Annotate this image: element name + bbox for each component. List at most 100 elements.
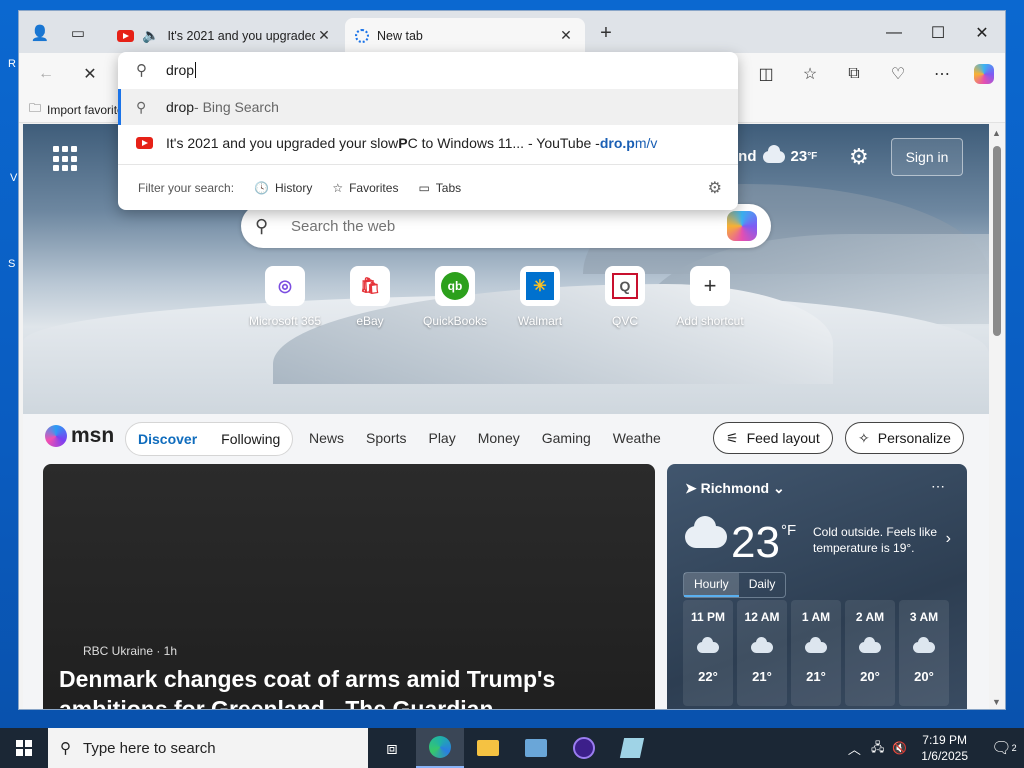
tab-hourly[interactable]: Hourly <box>684 573 739 597</box>
back-icon[interactable]: ← <box>33 61 59 87</box>
sliders-icon: ⚟ <box>726 429 739 446</box>
cloud-icon <box>913 637 935 653</box>
new-tab-icon[interactable]: + <box>593 20 619 46</box>
copilot-icon[interactable] <box>971 61 997 87</box>
shortcut-label: QVC <box>611 314 638 328</box>
shortcut-ebay[interactable]: 🛍 eBay <box>338 266 402 328</box>
tab-discover[interactable]: Discover <box>138 431 197 447</box>
minimize-button[interactable]: — <box>871 19 917 47</box>
workspaces-icon[interactable]: ▭ <box>65 20 91 46</box>
gear-icon[interactable]: ⚙ <box>708 178 722 198</box>
forecast-hour[interactable]: 11 PM 22° <box>683 600 733 706</box>
forecast-hour[interactable]: 3 AM 20° <box>899 600 949 706</box>
app-icon[interactable] <box>560 728 608 768</box>
scroll-up-icon[interactable]: ▲ <box>992 128 1001 138</box>
speaker-icon[interactable]: 🔈 <box>142 27 159 44</box>
nav-gaming[interactable]: Gaming <box>542 430 591 446</box>
import-favorites-link[interactable]: 🗀 Import favorites <box>29 99 130 120</box>
personalize-button[interactable]: ✧ Personalize <box>845 422 964 454</box>
more-icon[interactable]: ⋯ <box>931 478 945 495</box>
desktop-icon-fragment[interactable]: R <box>8 58 16 70</box>
more-icon[interactable]: ⋯ <box>929 61 955 87</box>
add-shortcut-button[interactable]: + Add shortcut <box>676 266 744 328</box>
start-button[interactable] <box>0 728 48 768</box>
vertical-scrollbar[interactable]: ▲ ▼ <box>989 124 1005 709</box>
tab-following[interactable]: Following <box>221 431 280 447</box>
msn-logo[interactable]: msn <box>45 424 114 448</box>
web-search-input[interactable] <box>291 217 727 235</box>
news-card[interactable]: RBC Ukraine · 1h Denmark changes coat of… <box>43 464 655 709</box>
browser-essentials-icon[interactable]: ♡ <box>885 61 911 87</box>
close-window-button[interactable]: ✕ <box>959 19 1005 47</box>
feed-tabs: Discover Following <box>125 422 294 456</box>
desktop-icon-fragment[interactable]: V <box>10 172 17 184</box>
search-icon: ⚲ <box>255 215 269 236</box>
copilot-icon[interactable] <box>727 211 757 241</box>
taskbar-search[interactable]: ⚲ Type here to search <box>48 728 368 768</box>
network-app-icon[interactable] <box>512 728 560 768</box>
collections-icon[interactable]: ⧉ <box>841 61 867 87</box>
close-tab-icon[interactable]: ✕ <box>315 27 333 44</box>
profile-icon[interactable]: 👤 <box>27 20 53 46</box>
shortcut-walmart[interactable]: ✳ Walmart <box>508 266 572 328</box>
feed-layout-button[interactable]: ⚟ Feed layout <box>713 422 833 454</box>
gear-icon[interactable]: ⚙ <box>849 144 869 170</box>
address-input-text[interactable]: drop <box>166 62 194 78</box>
maximize-button[interactable]: ☐ <box>915 19 961 47</box>
news-source: RBC Ukraine · 1h <box>83 644 178 658</box>
forecast-hour[interactable]: 12 AM 21° <box>737 600 787 706</box>
address-bar[interactable]: ⚲ drop <box>118 52 738 88</box>
stop-icon[interactable]: ✕ <box>77 61 103 87</box>
clock[interactable]: 7:19 PM 1/6/2025 <box>921 732 968 764</box>
shortcut-quickbooks[interactable]: qb QuickBooks <box>423 266 487 328</box>
windows-icon <box>16 740 32 756</box>
nav-money[interactable]: Money <box>478 430 520 446</box>
shortcut-qvc[interactable]: Q QVC <box>593 266 657 328</box>
shortcut-microsoft-365[interactable]: ◎ Microsoft 365 <box>249 266 321 328</box>
sign-in-button[interactable]: Sign in <box>891 138 963 176</box>
split-screen-icon[interactable]: ◫ <box>753 61 779 87</box>
suggestion-bing-search[interactable]: ⚲ drop - Bing Search <box>118 89 738 125</box>
taskbar: ⚲ Type here to search ⧈ ︿ 🖧 🔇 7:19 PM 1/… <box>0 728 1024 768</box>
tab-daily[interactable]: Daily <box>739 573 786 597</box>
new-tab-page: ond 23°F ⚙ Sign in ⚲ ◎ Microsoft 365 🛍 e… <box>23 124 989 709</box>
task-view-icon[interactable]: ⧈ <box>368 728 416 768</box>
forecast-hour[interactable]: 1 AM 21° <box>791 600 841 706</box>
file-explorer-icon[interactable] <box>464 728 512 768</box>
suggestion-youtube[interactable]: It's 2021 and you upgraded your slow PC … <box>118 125 738 161</box>
filter-history[interactable]: 🕓 History <box>254 181 312 195</box>
favorites-icon[interactable]: ☆ <box>797 61 823 87</box>
nav-news[interactable]: News <box>309 430 344 446</box>
chevron-up-icon[interactable]: ︿ <box>848 739 861 758</box>
shortcut-label: Microsoft 365 <box>248 314 322 328</box>
close-tab-icon[interactable]: ✕ <box>557 27 575 44</box>
network-icon[interactable]: 🖧 <box>871 738 884 759</box>
web-search-box[interactable]: ⚲ <box>241 204 771 248</box>
shortcut-label: Add shortcut <box>676 314 744 328</box>
tabs-icon: ▭ <box>418 180 430 195</box>
scroll-down-icon[interactable]: ▼ <box>992 697 1001 707</box>
clock-icon: 🕓 <box>254 180 269 195</box>
hourly-forecast: 11 PM 22° 12 AM 21° 1 AM 21° 2 AM 20° 3 AM 20… <box>683 600 949 706</box>
weather-widget[interactable]: ond 23 °F <box>729 144 817 165</box>
app-launcher-icon[interactable] <box>53 146 79 172</box>
scrollbar-thumb[interactable] <box>993 146 1001 336</box>
notifications-icon[interactable]: 🗨 2 <box>984 738 1024 758</box>
nav-sports[interactable]: Sports <box>366 430 406 446</box>
nav-weather[interactable]: Weathe <box>613 430 661 446</box>
system-tray: ︿ 🖧 🔇 7:19 PM 1/6/2025 🗨 2 <box>848 728 1024 768</box>
chevron-right-icon[interactable]: › <box>946 530 951 548</box>
nav-play[interactable]: Play <box>428 430 455 446</box>
news-title[interactable]: Denmark changes coat of arms amid Trump'… <box>59 664 649 709</box>
tab-youtube[interactable]: 🔈 It's 2021 and you upgraded your slow P… <box>107 18 343 53</box>
forecast-hour[interactable]: 2 AM 20° <box>845 600 895 706</box>
weather-location[interactable]: ➤ Richmond ⌄ <box>685 480 785 497</box>
volume-muted-icon[interactable]: 🔇 <box>892 741 907 755</box>
tab-new-tab[interactable]: New tab ✕ <box>345 18 585 53</box>
notes-app-icon[interactable] <box>608 728 656 768</box>
desktop-icon-fragment[interactable]: S <box>8 258 15 270</box>
filter-tabs[interactable]: ▭ Tabs <box>418 181 461 195</box>
weather-card[interactable]: ➤ Richmond ⌄ ⋯ 23 °F Cold outside. Feels… <box>667 464 967 709</box>
edge-icon[interactable] <box>416 728 464 768</box>
filter-favorites[interactable]: ☆ Favorites <box>332 181 398 195</box>
